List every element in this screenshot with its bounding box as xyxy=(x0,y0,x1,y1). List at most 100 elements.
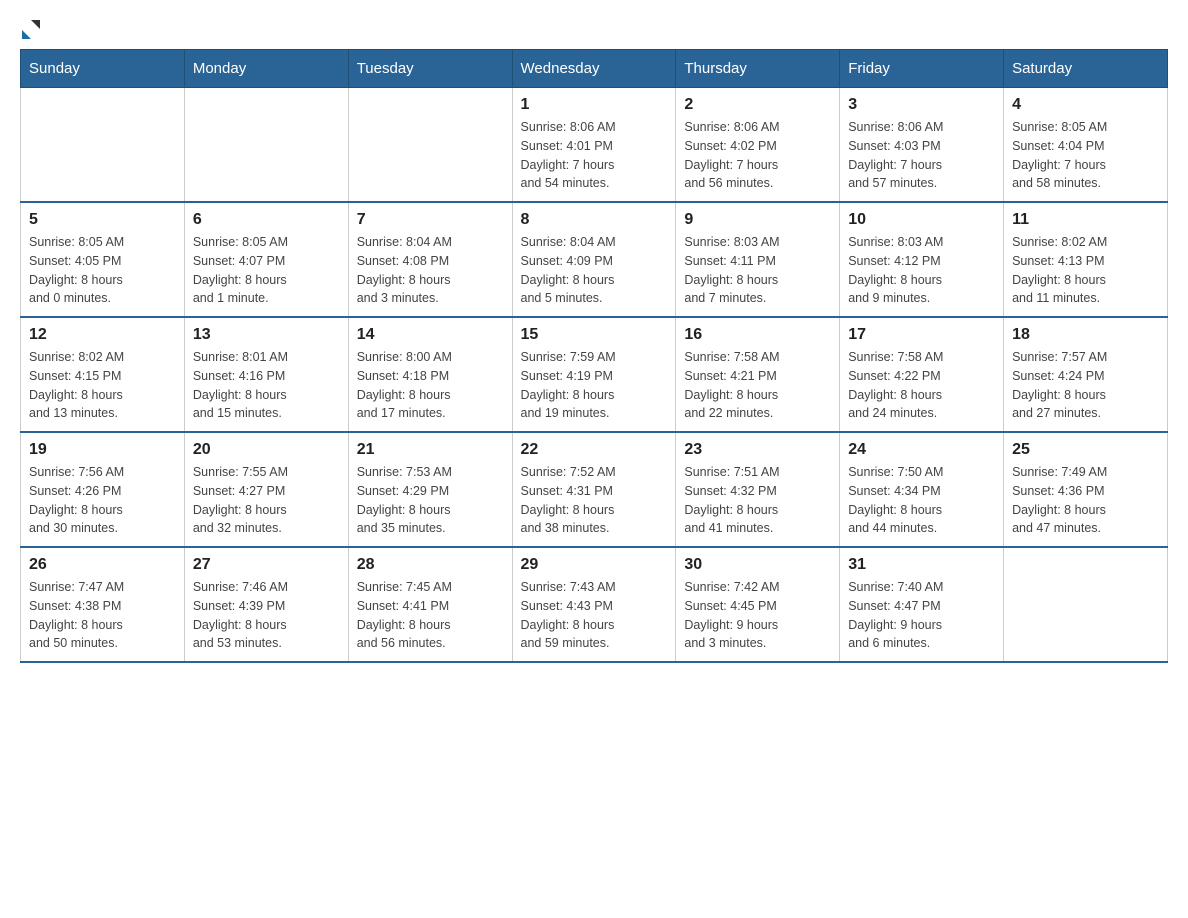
day-number: 26 xyxy=(29,556,176,574)
day-number: 2 xyxy=(684,96,831,114)
day-info: Sunrise: 7:58 AM Sunset: 4:21 PM Dayligh… xyxy=(684,348,831,423)
day-number: 5 xyxy=(29,211,176,229)
day-info: Sunrise: 8:06 AM Sunset: 4:02 PM Dayligh… xyxy=(684,118,831,193)
day-number: 21 xyxy=(357,441,504,459)
calendar-week-2: 5 Sunrise: 8:05 AM Sunset: 4:05 PM Daylig… xyxy=(21,202,1168,317)
day-info: Sunrise: 7:46 AM Sunset: 4:39 PM Dayligh… xyxy=(193,578,340,653)
calendar-cell: 26 Sunrise: 7:47 AM Sunset: 4:38 PM Dayli… xyxy=(21,547,185,662)
day-number: 27 xyxy=(193,556,340,574)
day-info: Sunrise: 8:01 AM Sunset: 4:16 PM Dayligh… xyxy=(193,348,340,423)
calendar-cell xyxy=(1004,547,1168,662)
day-number: 22 xyxy=(521,441,668,459)
day-number: 31 xyxy=(848,556,995,574)
calendar-cell: 23Sunrise: 7:51 AM Sunset: 4:32 PM Dayli… xyxy=(676,432,840,547)
calendar-cell: 6 Sunrise: 8:05 AM Sunset: 4:07 PM Daylig… xyxy=(184,202,348,317)
calendar-cell: 14 Sunrise: 8:00 AM Sunset: 4:18 PM Dayli… xyxy=(348,317,512,432)
calendar-cell: 8 Sunrise: 8:04 AM Sunset: 4:09 PM Daylig… xyxy=(512,202,676,317)
day-number: 14 xyxy=(357,326,504,344)
day-info: Sunrise: 7:42 AM Sunset: 4:45 PM Dayligh… xyxy=(684,578,831,653)
calendar-cell: 12 Sunrise: 8:02 AM Sunset: 4:15 PM Dayli… xyxy=(21,317,185,432)
day-number: 11 xyxy=(1012,211,1159,229)
calendar-week-3: 12 Sunrise: 8:02 AM Sunset: 4:15 PM Dayli… xyxy=(21,317,1168,432)
day-number: 15 xyxy=(521,326,668,344)
calendar-cell: 16 Sunrise: 7:58 AM Sunset: 4:21 PM Dayli… xyxy=(676,317,840,432)
day-number: 6 xyxy=(193,211,340,229)
calendar-cell: 17Sunrise: 7:58 AM Sunset: 4:22 PM Dayli… xyxy=(840,317,1004,432)
calendar-cell: 7 Sunrise: 8:04 AM Sunset: 4:08 PM Daylig… xyxy=(348,202,512,317)
calendar-week-5: 26 Sunrise: 7:47 AM Sunset: 4:38 PM Dayli… xyxy=(21,547,1168,662)
day-info: Sunrise: 8:04 AM Sunset: 4:08 PM Dayligh… xyxy=(357,233,504,308)
calendar-cell: 20 Sunrise: 7:55 AM Sunset: 4:27 PM Dayli… xyxy=(184,432,348,547)
calendar-cell: 13 Sunrise: 8:01 AM Sunset: 4:16 PM Dayli… xyxy=(184,317,348,432)
day-info: Sunrise: 8:05 AM Sunset: 4:05 PM Dayligh… xyxy=(29,233,176,308)
day-info: Sunrise: 8:06 AM Sunset: 4:03 PM Dayligh… xyxy=(848,118,995,193)
day-info: Sunrise: 7:50 AM Sunset: 4:34 PM Dayligh… xyxy=(848,463,995,538)
day-number: 13 xyxy=(193,326,340,344)
page-header xyxy=(20,20,1168,39)
calendar-cell: 3 Sunrise: 8:06 AM Sunset: 4:03 PM Daylig… xyxy=(840,88,1004,203)
calendar-cell xyxy=(21,88,185,203)
calendar-body: 1 Sunrise: 8:06 AM Sunset: 4:01 PM Daylig… xyxy=(21,88,1168,663)
day-number: 12 xyxy=(29,326,176,344)
day-info: Sunrise: 7:59 AM Sunset: 4:19 PM Dayligh… xyxy=(521,348,668,423)
day-info: Sunrise: 8:05 AM Sunset: 4:07 PM Dayligh… xyxy=(193,233,340,308)
calendar-cell xyxy=(184,88,348,203)
calendar-header: SundayMondayTuesdayWednesdayThursdayFrid… xyxy=(21,50,1168,88)
calendar-cell: 24 Sunrise: 7:50 AM Sunset: 4:34 PM Dayli… xyxy=(840,432,1004,547)
day-info: Sunrise: 8:02 AM Sunset: 4:13 PM Dayligh… xyxy=(1012,233,1159,308)
day-info: Sunrise: 8:03 AM Sunset: 4:12 PM Dayligh… xyxy=(848,233,995,308)
day-number: 17 xyxy=(848,326,995,344)
header-day-friday: Friday xyxy=(840,50,1004,88)
header-day-thursday: Thursday xyxy=(676,50,840,88)
header-day-tuesday: Tuesday xyxy=(348,50,512,88)
calendar-cell: 31Sunrise: 7:40 AM Sunset: 4:47 PM Dayli… xyxy=(840,547,1004,662)
day-number: 25 xyxy=(1012,441,1159,459)
day-info: Sunrise: 8:04 AM Sunset: 4:09 PM Dayligh… xyxy=(521,233,668,308)
calendar-cell: 28Sunrise: 7:45 AM Sunset: 4:41 PM Dayli… xyxy=(348,547,512,662)
calendar-cell: 15 Sunrise: 7:59 AM Sunset: 4:19 PM Dayli… xyxy=(512,317,676,432)
day-info: Sunrise: 8:06 AM Sunset: 4:01 PM Dayligh… xyxy=(521,118,668,193)
day-number: 1 xyxy=(521,96,668,114)
day-number: 19 xyxy=(29,441,176,459)
day-info: Sunrise: 7:55 AM Sunset: 4:27 PM Dayligh… xyxy=(193,463,340,538)
calendar-cell: 19 Sunrise: 7:56 AM Sunset: 4:26 PM Dayli… xyxy=(21,432,185,547)
day-number: 3 xyxy=(848,96,995,114)
calendar-cell: 25 Sunrise: 7:49 AM Sunset: 4:36 PM Dayli… xyxy=(1004,432,1168,547)
calendar-cell: 10 Sunrise: 8:03 AM Sunset: 4:12 PM Dayli… xyxy=(840,202,1004,317)
calendar-week-1: 1 Sunrise: 8:06 AM Sunset: 4:01 PM Daylig… xyxy=(21,88,1168,203)
day-number: 24 xyxy=(848,441,995,459)
header-row: SundayMondayTuesdayWednesdayThursdayFrid… xyxy=(21,50,1168,88)
header-day-saturday: Saturday xyxy=(1004,50,1168,88)
header-day-wednesday: Wednesday xyxy=(512,50,676,88)
calendar-cell: 30 Sunrise: 7:42 AM Sunset: 4:45 PM Dayli… xyxy=(676,547,840,662)
calendar-cell: 4 Sunrise: 8:05 AM Sunset: 4:04 PM Daylig… xyxy=(1004,88,1168,203)
day-info: Sunrise: 7:57 AM Sunset: 4:24 PM Dayligh… xyxy=(1012,348,1159,423)
calendar-week-4: 19 Sunrise: 7:56 AM Sunset: 4:26 PM Dayli… xyxy=(21,432,1168,547)
day-number: 30 xyxy=(684,556,831,574)
day-number: 10 xyxy=(848,211,995,229)
calendar-cell: 1 Sunrise: 8:06 AM Sunset: 4:01 PM Daylig… xyxy=(512,88,676,203)
calendar-cell: 2 Sunrise: 8:06 AM Sunset: 4:02 PM Daylig… xyxy=(676,88,840,203)
day-info: Sunrise: 8:00 AM Sunset: 4:18 PM Dayligh… xyxy=(357,348,504,423)
calendar-cell: 22 Sunrise: 7:52 AM Sunset: 4:31 PM Dayli… xyxy=(512,432,676,547)
day-info: Sunrise: 8:02 AM Sunset: 4:15 PM Dayligh… xyxy=(29,348,176,423)
day-number: 7 xyxy=(357,211,504,229)
calendar-cell: 27 Sunrise: 7:46 AM Sunset: 4:39 PM Dayli… xyxy=(184,547,348,662)
day-number: 16 xyxy=(684,326,831,344)
day-info: Sunrise: 7:49 AM Sunset: 4:36 PM Dayligh… xyxy=(1012,463,1159,538)
day-info: Sunrise: 7:56 AM Sunset: 4:26 PM Dayligh… xyxy=(29,463,176,538)
day-number: 4 xyxy=(1012,96,1159,114)
day-number: 8 xyxy=(521,211,668,229)
header-day-sunday: Sunday xyxy=(21,50,185,88)
header-day-monday: Monday xyxy=(184,50,348,88)
day-info: Sunrise: 7:52 AM Sunset: 4:31 PM Dayligh… xyxy=(521,463,668,538)
day-info: Sunrise: 8:05 AM Sunset: 4:04 PM Dayligh… xyxy=(1012,118,1159,193)
calendar-cell: 18 Sunrise: 7:57 AM Sunset: 4:24 PM Dayli… xyxy=(1004,317,1168,432)
logo xyxy=(20,20,40,39)
day-info: Sunrise: 7:45 AM Sunset: 4:41 PM Dayligh… xyxy=(357,578,504,653)
day-number: 20 xyxy=(193,441,340,459)
calendar-cell: 5 Sunrise: 8:05 AM Sunset: 4:05 PM Daylig… xyxy=(21,202,185,317)
day-info: Sunrise: 7:47 AM Sunset: 4:38 PM Dayligh… xyxy=(29,578,176,653)
day-number: 18 xyxy=(1012,326,1159,344)
day-info: Sunrise: 8:03 AM Sunset: 4:11 PM Dayligh… xyxy=(684,233,831,308)
